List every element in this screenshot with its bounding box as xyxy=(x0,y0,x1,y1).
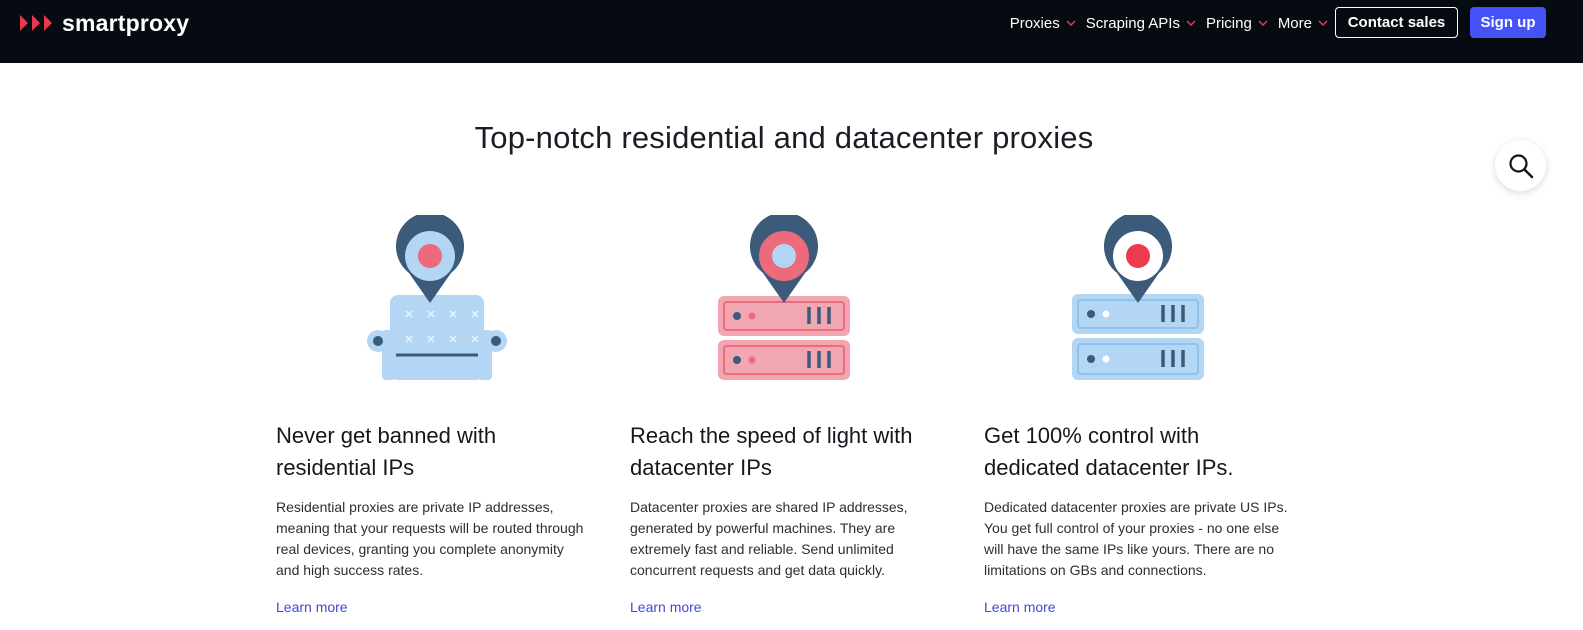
card-title: Never get banned with residential IPs xyxy=(276,423,497,480)
pinned-armchair-icon xyxy=(367,215,507,380)
learn-more-link[interactable]: Learn more xyxy=(276,599,348,615)
card-description: Datacenter proxies are shared IP address… xyxy=(630,499,908,578)
nav-item-label: Scraping APIs xyxy=(1085,14,1180,32)
nav-item-label: More xyxy=(1277,14,1312,32)
nav-item-label: Pricing xyxy=(1205,14,1252,32)
pinned-red-server-icon xyxy=(718,215,850,380)
card-title: Get 100% control with dedicated datacent… xyxy=(984,423,1234,480)
chevron-down-icon xyxy=(1318,20,1328,27)
nav-item-label: Proxies xyxy=(1009,14,1060,32)
chevron-down-icon xyxy=(1066,20,1076,27)
logo-mark-icon xyxy=(20,15,52,31)
section-title: Top-notch residential and datacenter pro… xyxy=(474,120,1094,155)
nav-item-more[interactable]: More xyxy=(1278,15,1328,32)
main-nav: Proxies Scraping APIs Pricing More xyxy=(1010,8,1328,38)
sign-up-button[interactable]: Sign up xyxy=(1470,7,1546,38)
top-navigation-bar: smartproxy Proxies Scraping APIs Pricing… xyxy=(0,0,1583,63)
pinned-blue-server-icon xyxy=(1072,215,1204,380)
search-icon xyxy=(1508,153,1533,178)
nav-item-pricing[interactable]: Pricing xyxy=(1206,15,1268,32)
learn-more-link[interactable]: Learn more xyxy=(630,599,702,615)
search-button[interactable] xyxy=(1495,140,1546,191)
card-title: Reach the speed of light with datacenter… xyxy=(630,423,913,480)
chevron-down-icon xyxy=(1258,20,1268,27)
brand-name: smartproxy xyxy=(62,9,190,36)
nav-item-proxies[interactable]: Proxies xyxy=(1010,15,1076,32)
card-description: Dedicated datacenter proxies are private… xyxy=(984,499,1288,578)
nav-item-scraping-apis[interactable]: Scraping APIs xyxy=(1086,15,1196,32)
card-description: Residential proxies are private IP addre… xyxy=(276,499,584,578)
chevron-down-icon xyxy=(1186,20,1196,27)
learn-more-link[interactable]: Learn more xyxy=(984,599,1056,615)
brand-logo[interactable]: smartproxy xyxy=(20,10,189,36)
contact-sales-button[interactable]: Contact sales xyxy=(1335,7,1458,38)
